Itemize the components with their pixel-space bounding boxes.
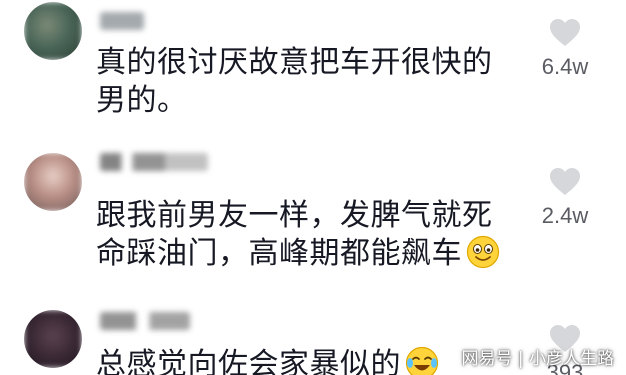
comment-text: 总感觉向佐会家暴似的	[96, 346, 516, 375]
like-count: 2.4w	[541, 203, 589, 228]
heart-icon[interactable]	[549, 167, 581, 197]
avatar[interactable]	[24, 153, 82, 211]
like-count: 6.4w	[541, 54, 589, 79]
smile-emoji-icon	[466, 235, 500, 269]
comment-item: 真的很讨厌故意把车开很快的男的。 6.4w	[0, 0, 626, 140]
like-button[interactable]: 6.4w	[530, 18, 600, 80]
username-redacted[interactable]	[100, 312, 190, 330]
comment-text: 跟我前男友一样，发脾气就死命踩油门，高峰期都能飙车	[96, 197, 516, 273]
avatar[interactable]	[24, 310, 82, 368]
watermark: 网易号 | 小彦人生路	[461, 349, 614, 369]
like-button[interactable]: 2.4w	[530, 167, 600, 229]
comment-text: 真的很讨厌故意把车开很快的男的。	[96, 45, 493, 118]
comment-list-screen: 真的很讨厌故意把车开很快的男的。 6.4w 跟我前男友一样，发脾气就死命踩油门，…	[0, 0, 626, 375]
comment-item: 跟我前男友一样，发脾气就死命踩油门，高峰期都能飙车 2.4w	[0, 145, 626, 295]
username-redacted[interactable]	[100, 153, 208, 171]
avatar[interactable]	[24, 2, 82, 60]
laugh-cry-emoji-icon	[405, 346, 439, 375]
username-redacted[interactable]	[100, 12, 144, 30]
heart-icon[interactable]	[549, 18, 581, 48]
